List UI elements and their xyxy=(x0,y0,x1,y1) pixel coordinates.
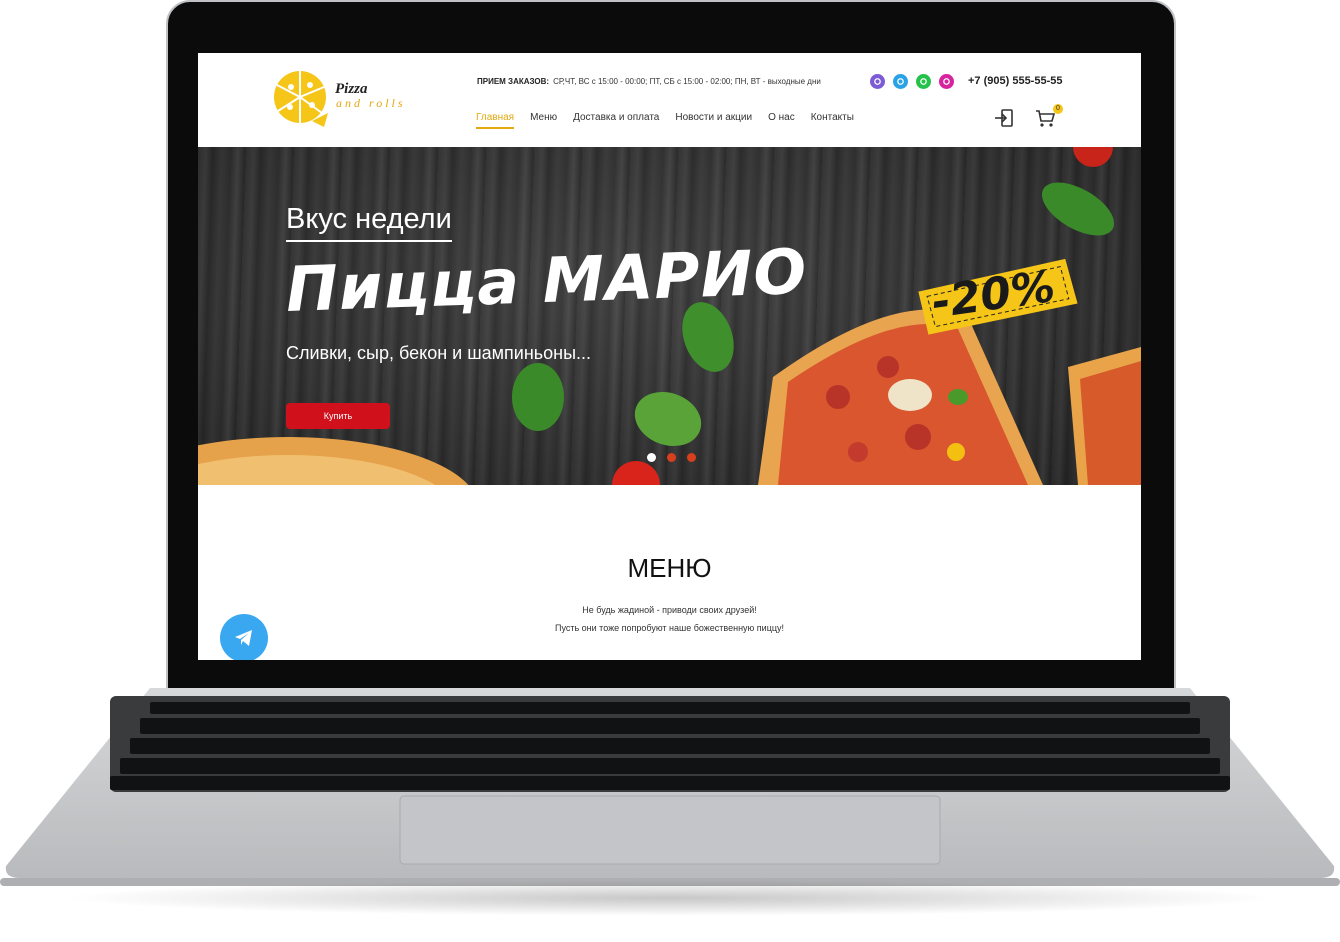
hero-slider: Вкус недели Пицца МАРИО Сливки, сыр, бек… xyxy=(198,147,1141,485)
cart-count-badge: 0 xyxy=(1053,104,1063,114)
nav-item-0[interactable]: Главная xyxy=(476,112,515,129)
nav-item-2[interactable]: Доставка и оплата xyxy=(573,112,659,129)
hero-description: Сливки, сыр, бекон и шампиньоны... xyxy=(286,343,592,363)
pizza-logo-icon xyxy=(274,71,328,127)
social-links xyxy=(870,74,954,89)
login-icon[interactable] xyxy=(993,107,1015,129)
menu-section-title: МЕНЮ xyxy=(627,553,712,583)
slider-dot[interactable] xyxy=(687,453,696,462)
buy-button[interactable]: Купить xyxy=(286,403,390,429)
instagram-icon[interactable] xyxy=(939,74,954,89)
nav-item-4[interactable]: О нас xyxy=(768,112,795,129)
slider-dot[interactable] xyxy=(647,453,656,462)
telegram-chat-button[interactable] xyxy=(220,614,268,660)
nav-item-1[interactable]: Меню xyxy=(530,112,557,129)
phone-number[interactable]: +7 (905) 555-55-55 xyxy=(968,75,1062,87)
telegram-plane-icon xyxy=(235,630,252,646)
laptop-shadow xyxy=(60,880,1280,916)
nav-item-5[interactable]: Контакты xyxy=(811,112,854,129)
main-nav: Главная Меню Доставка и оплата Новости и ак… xyxy=(476,112,870,129)
menu-intro-line2: Пусть они тоже попробуют наше божественн… xyxy=(554,623,785,633)
menu-intro-line1: Не будь жадиной - приводи своих друзей! xyxy=(582,605,757,615)
hero-subtitle: Вкус недели xyxy=(286,203,452,242)
site-header: Pizza and rolls ПРИЕМ ЗАКАЗОВ: СР,ЧТ, ВС … xyxy=(198,53,1141,147)
whatsapp-icon[interactable] xyxy=(916,74,931,89)
slider-dot[interactable] xyxy=(667,453,676,462)
slider-dots xyxy=(647,453,696,462)
site-logo[interactable]: Pizza and rolls xyxy=(272,63,432,129)
order-hours-label: ПРИЕМ ЗАКАЗОВ: xyxy=(477,77,550,86)
order-hours-text: СР,ЧТ, ВС с 15:00 - 00:00; ПТ, СБ с 15:0… xyxy=(553,77,821,86)
nav-item-3[interactable]: Новости и акции xyxy=(675,112,752,129)
viber-icon[interactable] xyxy=(870,74,885,89)
order-hours: ПРИЕМ ЗАКАЗОВ: СР,ЧТ, ВС с 15:00 - 00:00;… xyxy=(477,77,821,86)
browser-viewport: Pizza and rolls ПРИЕМ ЗАКАЗОВ: СР,ЧТ, ВС … xyxy=(198,53,1141,660)
laptop-base xyxy=(0,688,1340,886)
telegram-icon[interactable] xyxy=(893,74,908,89)
logo-tagline: and rolls xyxy=(336,96,406,110)
